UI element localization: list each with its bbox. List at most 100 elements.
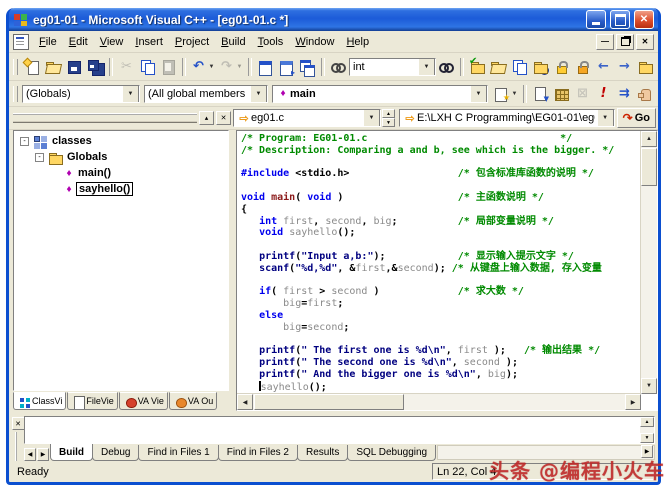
paste-button[interactable] — [158, 57, 179, 77]
new-source-file-button[interactable] — [22, 57, 43, 77]
menu-edit[interactable]: Edit — [63, 34, 94, 50]
open-file-button[interactable] — [43, 57, 64, 77]
tree-label[interactable]: sayhello() — [76, 182, 134, 196]
cut-button[interactable]: ✂ — [116, 57, 137, 77]
tree-expander[interactable]: - — [35, 152, 44, 162]
output-gripper[interactable] — [15, 432, 21, 461]
menu-window[interactable]: Window — [289, 34, 340, 50]
va-nav-back-button[interactable]: ← — [593, 57, 614, 77]
output-close-button[interactable]: ✕ — [11, 417, 25, 430]
save-button[interactable] — [64, 57, 85, 77]
redo-button[interactable]: ↷ ▼ — [217, 57, 245, 77]
output-tab-sql-debugging[interactable]: SQL Debugging — [347, 445, 437, 461]
menu-insert[interactable]: Insert — [129, 34, 169, 50]
vertical-scroll-thumb[interactable] — [641, 148, 657, 186]
menu-project[interactable]: Project — [169, 34, 215, 50]
output-scroll-down-button[interactable]: ▼ — [640, 433, 654, 443]
output-tab-find-in-files-1[interactable]: Find in Files 1 — [138, 445, 219, 461]
va-path-combo-dropdown-icon[interactable]: ▼ — [596, 110, 614, 126]
va-file-combo-dropdown-icon[interactable]: ▼ — [363, 110, 380, 126]
menu-file[interactable]: File — [33, 34, 63, 50]
output-tab-results[interactable]: Results — [296, 445, 349, 461]
classview-tree[interactable]: - classes - Globals ♦ main() ♦ sayhello() — [13, 130, 229, 391]
workspace-pane-button[interactable] — [255, 57, 276, 77]
output-scrollbar[interactable]: ▲ ▼ — [640, 417, 654, 443]
workspace-tab-vaou[interactable]: VA Ou — [168, 392, 218, 410]
scroll-left-button[interactable]: ◀ — [237, 394, 253, 410]
function-combo-dropdown-icon[interactable]: ▼ — [470, 85, 487, 102]
stop-build-button[interactable]: ⊠ — [572, 84, 593, 104]
child-close-button[interactable]: ✕ — [636, 33, 654, 50]
editor-horizontal-scrollbar[interactable]: ◀ ▶ — [237, 393, 641, 410]
output-pane-button[interactable] — [276, 57, 297, 77]
tree-item-classes[interactable]: - classes — [14, 133, 228, 149]
document-icon[interactable] — [13, 33, 29, 50]
menu-tools[interactable]: Tools — [252, 34, 290, 50]
go-button[interactable]: ↷ Go — [616, 108, 656, 128]
output-tab-build[interactable]: Build — [50, 444, 93, 461]
undo-button[interactable]: ↶ ▼ — [189, 57, 217, 77]
pane-close-button[interactable]: ✕ — [216, 111, 231, 125]
va-find-symbol-button[interactable] — [530, 57, 551, 77]
build-button[interactable] — [551, 84, 572, 104]
find-symbol-button[interactable] — [328, 57, 349, 77]
va-path-combo[interactable]: ⇨ E:\LXH C Programming\EG01-01\eg01-01.c… — [399, 109, 615, 127]
maximize-button[interactable] — [610, 10, 630, 29]
output-content[interactable]: ▲ ▼ — [24, 416, 655, 444]
toolbar-grip[interactable] — [13, 58, 18, 75]
members-combo-dropdown-icon[interactable]: ▼ — [250, 85, 267, 102]
wizardbar-grip[interactable] — [13, 85, 18, 102]
va-refactor-button[interactable] — [572, 57, 593, 77]
title-bar[interactable]: eg01-01 - Microsoft Visual C++ - [eg01-0… — [9, 8, 658, 31]
output-tab-find-in-files-2[interactable]: Find in Files 2 — [217, 445, 298, 461]
menu-view[interactable]: View — [94, 34, 130, 50]
scroll-down-button[interactable]: ▼ — [641, 378, 657, 394]
output-tab-debug[interactable]: Debug — [92, 445, 140, 461]
wizardbar-actions-dropdown-icon[interactable]: ▼ — [510, 91, 519, 97]
workspace-tab-classvi[interactable]: ClassVi — [13, 392, 67, 410]
go-debug-button[interactable]: ⇉ — [614, 84, 635, 104]
tree-item-sayhello[interactable]: ♦ sayhello() — [14, 181, 228, 197]
workspace-tab-filevie[interactable]: FileVie — [67, 392, 118, 410]
undo-dropdown-icon[interactable]: ▼ — [207, 64, 216, 70]
class-combo-dropdown-icon[interactable]: ▼ — [122, 85, 139, 102]
workspace-pane-header[interactable]: ▴ ✕ — [11, 111, 233, 125]
tree-label[interactable]: main() — [76, 167, 113, 179]
compile-button[interactable] — [530, 84, 551, 104]
save-all-button[interactable] — [85, 57, 106, 77]
window-list-button[interactable] — [297, 57, 318, 77]
tree-item-Globals[interactable]: - Globals — [14, 149, 228, 165]
minimize-button[interactable] — [586, 10, 606, 29]
va-open-file-in-workspace-button[interactable] — [488, 57, 509, 77]
function-combo[interactable]: ♦ main ▼ — [272, 84, 488, 103]
spinner-up-button[interactable]: ▲ — [382, 109, 395, 118]
va-paste-button[interactable] — [509, 57, 530, 77]
copy-button[interactable] — [137, 57, 158, 77]
scroll-up-button[interactable]: ▲ — [641, 131, 657, 147]
scroll-right-button[interactable]: ▶ — [625, 394, 641, 410]
menu-build[interactable]: Build — [215, 34, 251, 50]
tree-label[interactable]: Globals — [65, 151, 109, 163]
insert-remove-breakpoint-button[interactable] — [635, 84, 656, 104]
wizardbar-actions-button[interactable]: ▼ — [492, 84, 520, 104]
pane-pin-button[interactable]: ▴ — [199, 111, 214, 125]
va-snippet-button[interactable] — [551, 57, 572, 77]
va-open-corresponding-file-button[interactable]: ✔ — [467, 56, 488, 77]
tabs-scroll-left-button[interactable]: ◀ — [24, 448, 36, 461]
va-nav-forward-button[interactable]: → — [614, 57, 635, 77]
va-more-button[interactable] — [635, 57, 656, 77]
child-restore-button[interactable] — [616, 33, 634, 50]
workspace-tab-vavie[interactable]: VA Vie — [118, 392, 168, 410]
child-minimize-button[interactable]: — — [596, 33, 614, 50]
execute-program-button[interactable]: ! — [593, 84, 614, 104]
close-button[interactable]: ✕ — [634, 10, 654, 29]
output-scroll-up-button[interactable]: ▲ — [640, 417, 654, 427]
tree-label[interactable]: classes — [50, 135, 94, 147]
class-combo[interactable]: (Globals) ▼ — [22, 84, 140, 103]
pane-gripper[interactable] — [13, 113, 197, 123]
find-combo[interactable]: int ▼ — [349, 57, 436, 76]
redo-dropdown-icon[interactable]: ▼ — [235, 64, 244, 70]
members-combo[interactable]: (All global members ▼ — [144, 84, 268, 103]
tree-item-main[interactable]: ♦ main() — [14, 165, 228, 181]
find-combo-dropdown-icon[interactable]: ▼ — [418, 58, 435, 75]
